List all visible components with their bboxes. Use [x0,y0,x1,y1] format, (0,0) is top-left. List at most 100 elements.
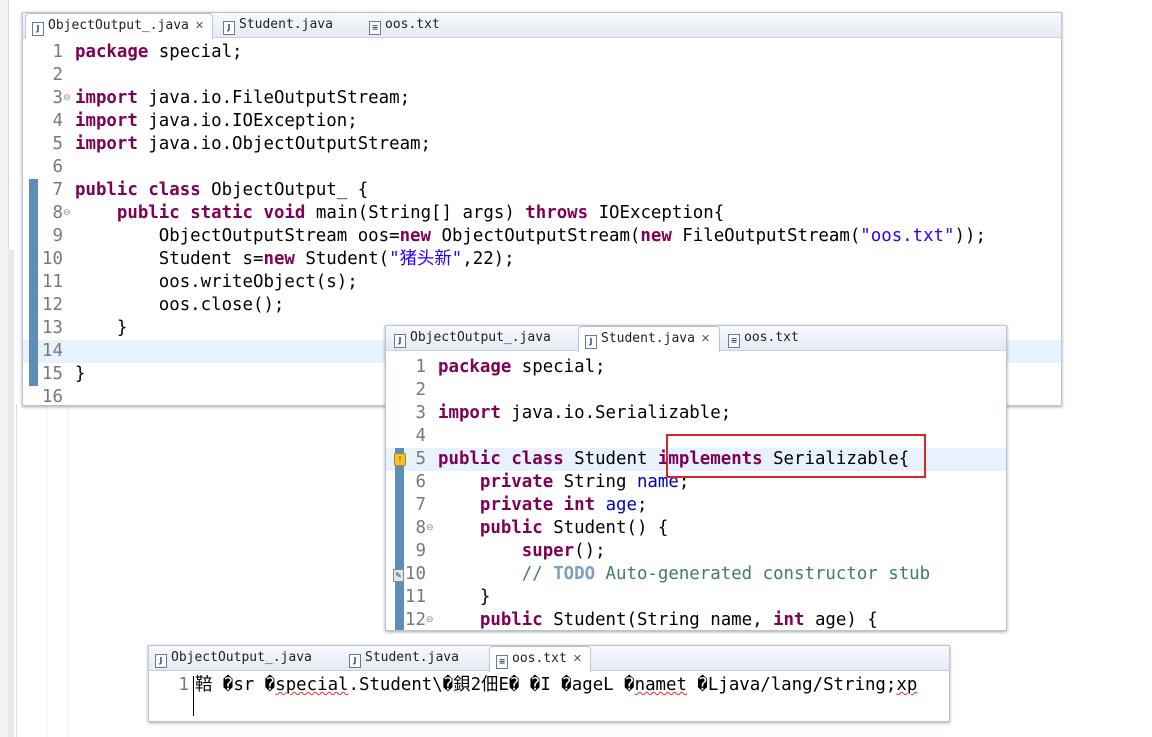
line-number: 1 [415,357,426,377]
code-token: special; [148,42,243,62]
code-token: java.io.FileOutputStream; [137,88,411,108]
code-token: Student [563,449,658,469]
line-number: 12 [405,610,426,630]
code-text: public Student() { [438,517,668,540]
keyword-token: class [511,449,564,469]
code-token: �Ljava/lang/String; [686,675,897,695]
string-token: "猪头新" [389,249,463,269]
keyword-token: import [75,111,138,131]
string-token: "oos.txt" [860,226,955,246]
keyword-token: import [75,88,138,108]
warning-icon[interactable]: ! [394,453,406,466]
code-line: 12 ⊖ public Student(String name, int age)… [386,609,1006,630]
tab-label: Student.java [601,331,695,346]
code-line: 10 ✎ // TODO Auto-generated constructor s… [386,563,1006,586]
keyword-token: new [640,226,672,246]
code-token: FileOutputStream( [671,226,861,246]
code-token: ObjectOutput_ { [200,180,369,200]
keyword-token: int [563,495,596,515]
comment-token: // [521,564,554,584]
line-number: 1 [178,675,189,695]
tab-student-java[interactable]: J Student.java ✕ [578,326,720,352]
code-text: private int age; [438,494,648,517]
annotation-highlight-box [666,434,926,478]
keyword-token: import [438,403,501,423]
code-line: 9 super(); [386,540,1006,563]
keyword-token: void [263,203,306,223]
java-file-icon: J [32,22,44,36]
keyword-token: private [479,495,554,515]
line-number: 7 [52,180,63,200]
keyword-token: throws [525,203,589,223]
code-text: } [75,317,127,340]
line-number: 6 [415,472,426,492]
text-file-icon: ≡ [496,655,508,669]
line-number: 8 [52,203,63,223]
code-line: 5 import java.io.ObjectOutputStream; [23,133,1061,156]
keyword-token: public [75,180,138,200]
line-number: 2 [52,65,63,85]
tab-oos-txt[interactable]: ≡ oos.txt [722,326,799,350]
code-token: special [275,675,349,695]
tab-label: oos.txt [744,330,799,345]
close-icon[interactable]: ✕ [701,327,710,351]
code-line: 3 import java.io.Serializable; [386,402,1006,425]
close-icon[interactable]: ✕ [195,14,204,38]
code-token: } [75,318,128,338]
tab-objectoutput-java[interactable]: J ObjectOutput_.java [388,326,551,350]
java-file-icon: J [394,334,406,348]
code-token: .Student\�鋇2佃E� �I �ageL � [348,675,635,695]
fold-toggle-icon[interactable]: ⊖ [63,87,71,110]
editor-tab-bar: J ObjectOutput_.java J Student.java ≡ oos.t… [149,646,949,672]
tab-student-java[interactable]: J Student.java [343,646,459,670]
code-area[interactable]: 1 ﻿ 鞛 �sr �special.Student\�鋇2佃E� �I �ageL… [149,674,949,721]
line-number: 9 [415,541,426,561]
code-area[interactable]: 1 package special; 2 3 import java.io.Serial… [386,356,1006,630]
keyword-token: package [438,357,512,377]
editor-tab-bar: J ObjectOutput_.java ✕ J Student.java ≡ oos.… [23,13,1061,39]
keyword-token: package [75,42,149,62]
tab-objectoutput-java[interactable]: J ObjectOutput_.java ✕ [25,13,213,39]
code-token: 鞛 �sr � [195,675,276,695]
editor-oos-txt: J ObjectOutput_.java J Student.java ≡ oos.t… [148,645,950,722]
code-text: private String name; [438,471,689,494]
background-ruler-line [46,404,47,737]
keyword-token: new [263,249,295,269]
fold-toggle-icon[interactable]: ⊖ [426,609,434,630]
tab-objectoutput-java[interactable]: J ObjectOutput_.java [149,646,312,670]
fold-toggle-icon[interactable]: ⊖ [426,517,434,540]
code-text: import java.io.Serializable; [438,402,731,425]
java-file-icon: J [155,654,167,668]
code-token: age) { [804,610,878,630]
code-line: 7 private int age; [386,494,1006,517]
tab-oos-txt[interactable]: ≡ oos.txt ✕ [489,646,591,672]
code-token: Student( [294,249,390,269]
code-token: (); [574,541,606,561]
task-icon[interactable]: ✎ [393,569,404,582]
keyword-token: public [479,610,543,630]
code-token: oos.writeObject(s); [75,272,358,292]
code-line: 1 ﻿ 鞛 �sr �special.Student\�鋇2佃E� �I �ageL… [149,674,949,697]
code-line: 10 Student s=new Student("猪头新",22); [23,248,1061,271]
line-number: 1 [52,42,63,62]
code-text: package special; [438,356,606,379]
line-number: 5 [52,134,63,154]
tab-oos-txt[interactable]: ≡ oos.txt [363,13,440,37]
code-text: package special; [75,41,243,64]
code-token: ObjectOutputStream oos= [75,226,400,246]
line-number: 9 [52,226,63,246]
line-number: 11 [42,272,63,292]
line-number: 13 [42,318,63,338]
close-icon[interactable]: ✕ [573,647,582,671]
text-cursor [193,676,194,716]
code-text: oos.close(); [75,294,285,317]
code-text: super(); [438,540,606,563]
fold-toggle-icon[interactable]: ⊖ [63,202,71,225]
code-text: import java.io.IOException; [75,110,358,133]
tab-student-java[interactable]: J Student.java [217,13,333,37]
keyword-token: import [75,134,138,154]
code-line: 2 [23,64,1061,87]
